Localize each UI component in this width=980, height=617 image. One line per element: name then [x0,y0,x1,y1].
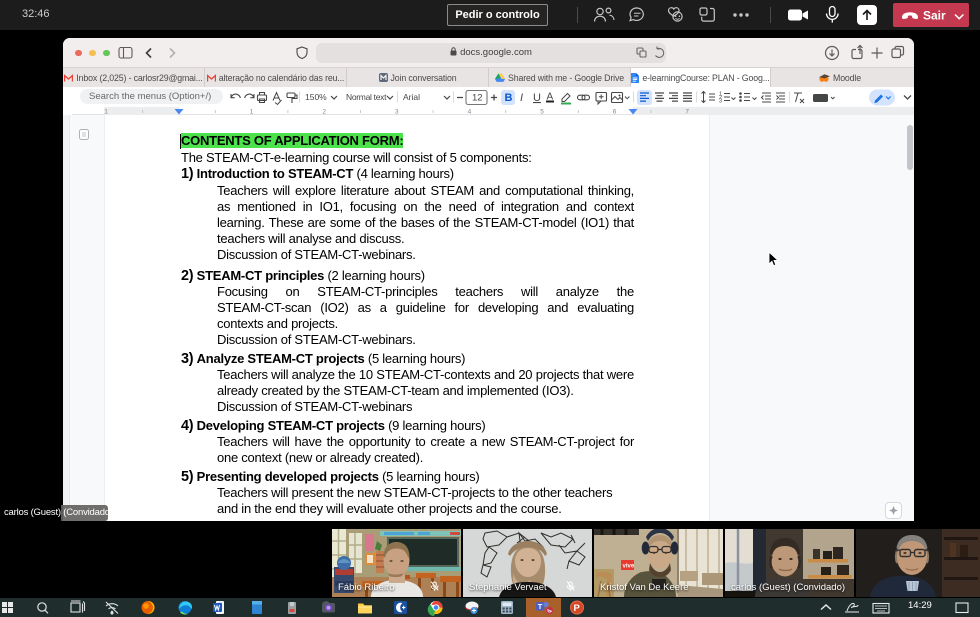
svg-text:B: B [505,92,513,104]
svg-text:Sair: Sair [923,9,946,23]
svg-text:12: 12 [472,93,483,104]
svg-text:I: I [520,92,523,104]
svg-text:U: U [533,92,541,104]
svg-text:vive: vive [623,564,635,570]
svg-text:Normal text: Normal text [346,92,387,102]
svg-text:150%: 150% [305,92,327,102]
svg-text:Arial: Arial [403,92,420,102]
svg-text:3: 3 [719,99,722,105]
svg-text:T: T [538,602,543,611]
svg-text:P: P [574,603,581,614]
